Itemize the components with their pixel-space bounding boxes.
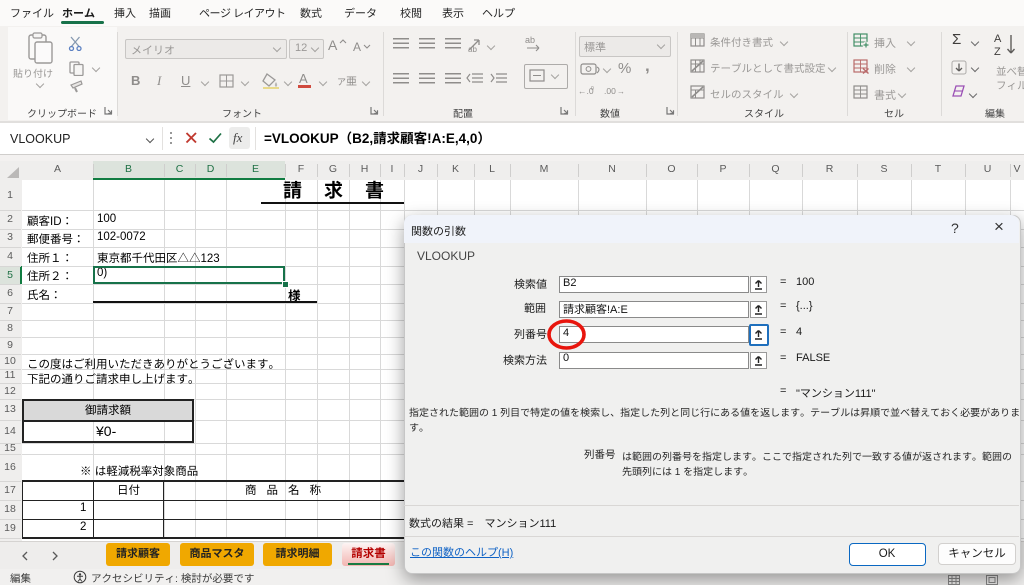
svg-text:ab: ab (525, 35, 535, 45)
svg-text:→: → (617, 87, 625, 96)
svg-text:ab: ab (468, 45, 477, 53)
svg-text:.00: .00 (604, 86, 616, 96)
svg-text:0: 0 (591, 86, 594, 92)
svg-text:A: A (994, 33, 1002, 45)
svg-text:Z: Z (994, 46, 1001, 58)
